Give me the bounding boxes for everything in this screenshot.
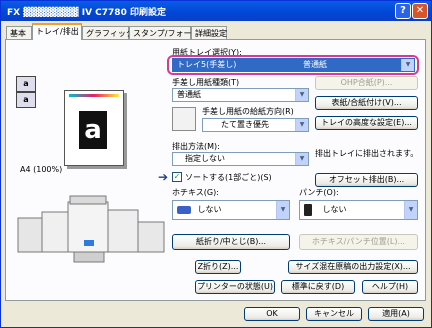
printer-illustration — [14, 182, 172, 274]
punch-icon — [304, 203, 312, 216]
print-settings-window: FX ▓▓▓▓▓▓▓▓ IV C7780 印刷設定 ? ✕ 基本 トレイ/排出 … — [0, 0, 432, 328]
orientation-label: 手差し用紙の給紙方向(R) — [202, 107, 294, 116]
tray-orientation-icon — [172, 107, 196, 131]
chevron-down-icon[interactable]: ▼ — [404, 201, 417, 219]
paper-size-label: A4 (100%) — [20, 165, 63, 174]
chevron-down-icon[interactable]: ▼ — [276, 201, 289, 219]
printer-status-button[interactable]: プリンターの状態(U) — [195, 280, 275, 294]
restore-default-button[interactable]: 標準に戻す(D) — [281, 280, 355, 294]
z-fold-button[interactable]: Z折り(Z)... — [195, 260, 241, 274]
tab-advanced[interactable]: 詳細設定 — [191, 26, 227, 39]
help-button[interactable]: ヘルプ(H) — [362, 280, 418, 294]
mixed-size-output-button[interactable]: サイズ混在原稿の出力設定(X)... — [288, 260, 418, 274]
sort-checkbox[interactable]: ✓ — [172, 172, 182, 182]
fold-saddle-button[interactable]: 紙折り/中とじ(B)... — [172, 234, 290, 250]
stapler-value: しない — [197, 205, 222, 214]
tray-icon: a — [16, 92, 36, 108]
window-title: FX ▓▓▓▓▓▓▓▓ IV C7780 印刷設定 — [7, 8, 166, 18]
chevron-down-icon[interactable]: ▼ — [295, 119, 308, 131]
stapler-icon — [177, 205, 191, 214]
tab-basic[interactable]: 基本 — [6, 26, 32, 39]
output-method-value: 指定しない — [185, 154, 225, 163]
chevron-down-icon[interactable]: ▼ — [295, 89, 308, 101]
close-button[interactable]: ✕ — [412, 3, 428, 19]
ohp-interleave-button[interactable]: OHP合紙(P)... — [315, 76, 418, 90]
preview-panel: a a a — [14, 62, 164, 166]
color-bar — [69, 94, 119, 97]
orientation-select[interactable]: たて置き優先 ▼ — [202, 118, 309, 132]
chevron-down-icon[interactable]: ▼ — [295, 153, 308, 165]
punch-label: パンチ(O): — [299, 188, 339, 197]
tray-advanced-button[interactable]: トレイの高度な設定(E)... — [315, 116, 418, 130]
paper-preview: a — [64, 90, 124, 166]
output-tray-text: 排出トレイに排出されます。 — [315, 149, 419, 158]
ok-button[interactable]: OK — [244, 307, 300, 321]
bypass-type-value: 普通紙 — [177, 90, 201, 99]
offset-output-button[interactable]: オフセット排出(B)... — [315, 173, 418, 187]
punch-value: しない — [322, 205, 347, 214]
tab-stamp-form[interactable]: スタンプ/フォーム — [129, 26, 199, 39]
apply-button[interactable]: 適用(A) — [368, 307, 424, 321]
tray-icon: a — [16, 76, 36, 92]
title-bar[interactable]: FX ▓▓▓▓▓▓▓▓ IV C7780 印刷設定 ? ✕ — [1, 1, 431, 21]
bypass-type-select[interactable]: 普通紙 ▼ — [172, 88, 309, 102]
arrow-right-icon: ➔ — [158, 170, 169, 184]
orientation-value: たて置き優先 — [221, 120, 269, 129]
stapler-label: ホチキス(G): — [172, 188, 219, 197]
paper-tray-type: 普通紙 — [303, 60, 327, 69]
stapler-select[interactable]: しない ▼ — [172, 200, 290, 220]
staple-punch-position-button[interactable]: ホチキス/パンチ位置(L)... — [299, 234, 418, 250]
paper-tray-value: トレイ5(手差し) — [177, 60, 237, 69]
punch-select[interactable]: しない ▼ — [299, 200, 418, 220]
cover-interleave-button[interactable]: 表紙/合紙付け(V)... — [315, 96, 418, 110]
cancel-button[interactable]: キャンセル — [306, 307, 362, 321]
close-icon: ✕ — [415, 5, 425, 16]
sort-label: ソートする(1部ごと)(S) — [185, 173, 272, 182]
chevron-down-icon[interactable]: ▼ — [401, 59, 414, 71]
tab-tray-output[interactable]: トレイ/排出 — [32, 23, 82, 40]
page-letter: a — [79, 111, 107, 149]
tab-graphics[interactable]: グラフィックス — [82, 26, 142, 39]
paper-tray-select[interactable]: トレイ5(手差し) 普通紙 ▼ — [172, 58, 415, 72]
tab-panel: a a a A4 (100%) 用紙トレイ選択(Y): トレイ5(手差し) 普通… — [5, 39, 426, 301]
question-icon: ? — [400, 5, 406, 16]
bypass-type-label: 手差し用紙種類(T) — [172, 78, 240, 87]
help-title-button[interactable]: ? — [395, 3, 411, 19]
output-method-select[interactable]: 指定しない ▼ — [172, 152, 309, 166]
output-method-label: 排出方法(M): — [172, 142, 220, 151]
